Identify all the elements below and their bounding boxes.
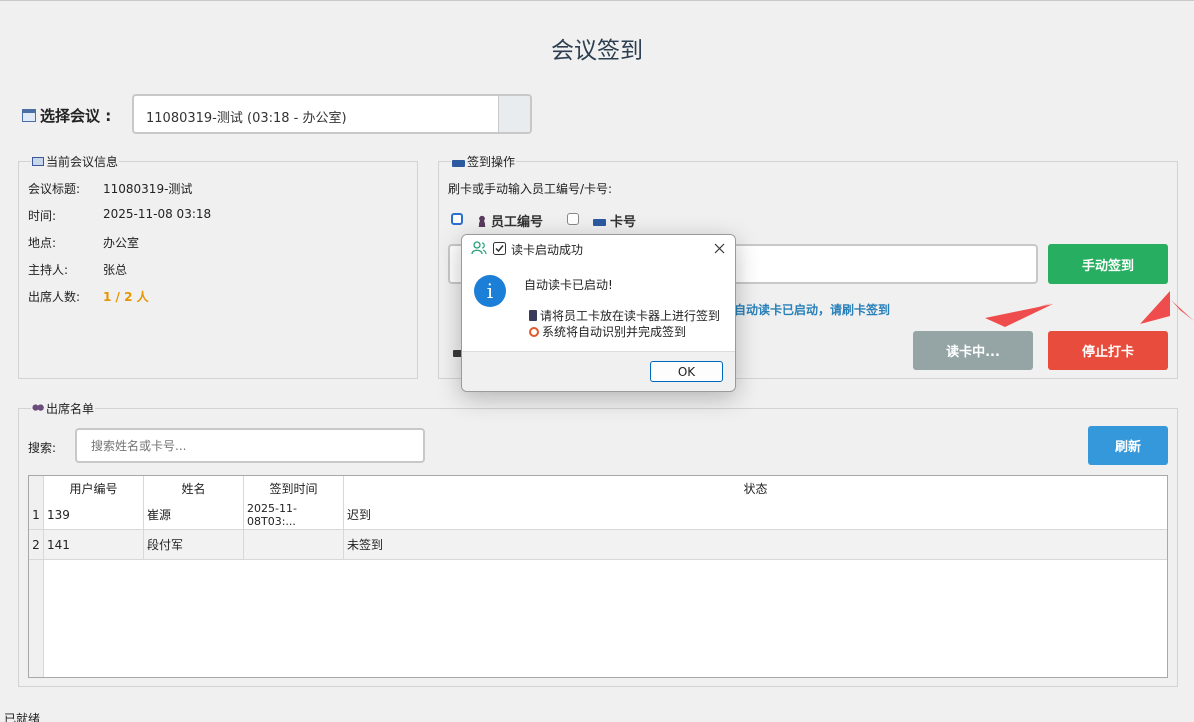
search-input[interactable] bbox=[75, 428, 425, 463]
dialog-body: i 自动读卡已启动! 请将员工卡放在读卡器上进行签到 系统将自动识别并完成签到 bbox=[462, 263, 735, 351]
info-row-title: 会议标题: 11080319-测试 bbox=[28, 180, 192, 197]
cell-time: 2025-11-08T03:... bbox=[244, 500, 344, 529]
cell-user-id: 139 bbox=[44, 500, 144, 529]
info-row-location: 地点: 办公室 bbox=[28, 234, 139, 251]
current-meeting-group: 当前会议信息 会议标题: 11080319-测试 时间: 2025-11-08 … bbox=[18, 153, 418, 379]
info-value: 2025-11-08 03:18 bbox=[103, 207, 212, 221]
dropdown-button[interactable] bbox=[498, 96, 530, 132]
card-number-option[interactable]: 卡号 bbox=[593, 211, 636, 230]
info-key: 会议标题: bbox=[28, 182, 81, 196]
info-row-host: 主持人: 张总 bbox=[28, 261, 127, 278]
checkbox-icon bbox=[493, 242, 506, 255]
calendar-icon bbox=[22, 109, 36, 122]
dialog-titlebar: 读卡启动成功 bbox=[462, 235, 735, 263]
cell-name: 段付军 bbox=[144, 530, 244, 559]
table-header: 用户编号 姓名 签到时间 状态 bbox=[44, 476, 1167, 500]
message-dialog: 读卡启动成功 i 自动读卡已启动! 请将员工卡放在读卡器上进行签到 系统将自动识… bbox=[461, 234, 736, 392]
dialog-line-2: 系统将自动识别并完成签到 bbox=[529, 323, 686, 340]
employee-id-option[interactable]: 员工编号 bbox=[477, 211, 543, 230]
reading-card-button[interactable]: 读卡中... bbox=[913, 331, 1033, 370]
info-row-time: 时间: 2025-11-08 03:18 bbox=[28, 207, 211, 224]
employee-id-checkbox[interactable] bbox=[451, 213, 463, 225]
attendees-group-title: 出席名单 bbox=[31, 400, 96, 417]
red-arrow-right-tail bbox=[1171, 300, 1194, 321]
refresh-button[interactable]: 刷新 bbox=[1088, 426, 1168, 465]
alarm-clock-icon bbox=[529, 326, 539, 337]
attendance-count: 1 / 2 人 bbox=[103, 290, 149, 304]
dialog-heading: 自动读卡已启动! bbox=[524, 278, 613, 292]
dialog-line-1-text: 请将员工卡放在读卡器上进行签到 bbox=[540, 309, 721, 323]
calendar-icon bbox=[32, 157, 44, 166]
red-arrow-left bbox=[985, 304, 1053, 327]
meeting-select-value: 11080319-测试 (03:18 - 办公室) bbox=[146, 111, 347, 126]
meeting-select-label: 选择会议 : bbox=[22, 105, 111, 126]
group-title-text: 出席名单 bbox=[46, 402, 95, 416]
row-number: 1 bbox=[29, 500, 44, 529]
dialog-title: 读卡启动成功 bbox=[511, 243, 584, 257]
dialog-line-2-text: 系统将自动识别并完成签到 bbox=[542, 325, 687, 339]
manual-checkin-button[interactable]: 手动签到 bbox=[1048, 244, 1168, 284]
info-value: 办公室 bbox=[103, 236, 140, 250]
info-icon: i bbox=[474, 275, 506, 307]
red-arrow-right bbox=[1140, 291, 1170, 324]
dialog-footer: OK bbox=[462, 351, 735, 391]
stop-checkin-button[interactable]: 停止打卡 bbox=[1048, 331, 1168, 370]
column-header-name[interactable]: 姓名 bbox=[144, 476, 244, 500]
page-title: 会议签到 bbox=[551, 38, 643, 64]
card-number-label: 卡号 bbox=[610, 215, 637, 230]
card-icon bbox=[593, 218, 606, 226]
employee-id-label: 员工编号 bbox=[491, 215, 544, 230]
cell-user-id: 141 bbox=[44, 530, 144, 559]
cell-name: 崔源 bbox=[144, 500, 244, 529]
group-title-text: 当前会议信息 bbox=[46, 155, 119, 169]
cell-status: 未签到 bbox=[347, 538, 384, 552]
meeting-select-combobox[interactable]: 11080319-测试 (03:18 - 办公室) bbox=[132, 94, 532, 134]
reader-status-text: 自动读卡已启动，请刷卡签到 bbox=[734, 303, 891, 317]
dialog-line-1: 请将员工卡放在读卡器上进行签到 bbox=[529, 307, 720, 324]
annotation-arrows bbox=[985, 291, 1194, 327]
people-icon bbox=[32, 404, 44, 413]
table-row[interactable]: 2 141 段付军 未签到 bbox=[29, 530, 1167, 560]
person-icon bbox=[477, 214, 487, 227]
search-label: 搜索: bbox=[28, 441, 57, 455]
cell-time bbox=[244, 530, 344, 559]
info-key: 出席人数: bbox=[28, 290, 81, 304]
info-value: 11080319-测试 bbox=[103, 182, 193, 196]
table-row[interactable]: 1 139 崔源 2025-11-08T03:... 迟到 bbox=[29, 500, 1167, 530]
phone-icon bbox=[529, 310, 537, 321]
status-bar-text: 已就绪 bbox=[4, 712, 41, 722]
card-number-checkbox[interactable] bbox=[567, 213, 579, 225]
group-title-text: 签到操作 bbox=[467, 155, 516, 169]
card-icon bbox=[452, 159, 465, 167]
users-icon bbox=[471, 241, 487, 255]
attendee-table[interactable]: 用户编号 姓名 签到时间 状态 1 139 崔源 2025-11-08T03:.… bbox=[28, 475, 1168, 678]
info-row-attendance: 出席人数: 1 / 2 人 bbox=[28, 288, 149, 305]
cell-status: 迟到 bbox=[347, 508, 372, 522]
info-value: 张总 bbox=[103, 263, 128, 277]
checkin-instruction: 刷卡或手动输入员工编号/卡号: bbox=[448, 182, 613, 196]
column-header-user-id[interactable]: 用户编号 bbox=[44, 476, 144, 500]
info-key: 时间: bbox=[28, 209, 57, 223]
checkin-group-title: 签到操作 bbox=[451, 153, 517, 170]
column-header-time[interactable]: 签到时间 bbox=[244, 476, 344, 500]
current-meeting-group-title: 当前会议信息 bbox=[31, 153, 120, 170]
row-number: 2 bbox=[29, 530, 44, 559]
close-icon[interactable] bbox=[714, 243, 725, 254]
column-header-status[interactable]: 状态 bbox=[344, 476, 1167, 500]
info-key: 地点: bbox=[28, 236, 57, 250]
ok-button[interactable]: OK bbox=[650, 361, 723, 382]
info-key: 主持人: bbox=[28, 263, 69, 277]
meeting-select-label-text: 选择会议 : bbox=[40, 107, 112, 125]
